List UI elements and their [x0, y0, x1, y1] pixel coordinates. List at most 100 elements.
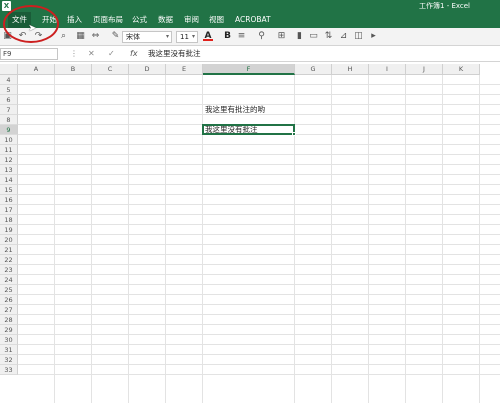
- row-header-6[interactable]: 6: [0, 95, 18, 105]
- row-header-19[interactable]: 19: [0, 225, 18, 235]
- name-box[interactable]: F9: [0, 48, 58, 60]
- gridline-horizontal: [18, 264, 500, 265]
- column-header-a[interactable]: A: [18, 64, 55, 75]
- filter-icon[interactable]: ⊿: [338, 31, 349, 42]
- shape-icon[interactable]: ◫: [353, 31, 364, 42]
- row-header-15[interactable]: 15: [0, 185, 18, 195]
- column-header-e[interactable]: E: [166, 64, 203, 75]
- align-icon[interactable]: ≡: [236, 31, 247, 42]
- enter-icon[interactable]: ✓: [108, 48, 115, 60]
- formula-bar-divider-icon: ⋮: [70, 49, 78, 58]
- more-icon[interactable]: ▸: [368, 31, 379, 42]
- chevron-down-icon: ▾: [165, 33, 169, 40]
- row-header-17[interactable]: 17: [0, 205, 18, 215]
- formula-bar: F9 ⋮ ✕ ✓ fx 我这里没有批注: [0, 46, 500, 62]
- document-icon[interactable]: ▭: [308, 31, 319, 42]
- row-header-10[interactable]: 10: [0, 135, 18, 145]
- insert-function-icon[interactable]: fx: [130, 48, 138, 60]
- gridline-horizontal: [18, 314, 500, 315]
- font-name-select[interactable]: 宋体 ▾: [122, 31, 172, 43]
- fill-handle[interactable]: [292, 132, 296, 136]
- find-icon[interactable]: ⚲: [256, 31, 267, 42]
- row-header-8[interactable]: 8: [0, 115, 18, 125]
- column-header-c[interactable]: C: [92, 64, 129, 75]
- row-header-30[interactable]: 30: [0, 335, 18, 345]
- quick-toolbar: ▣ ↶ ↷ ⌕ ▦ ⇔ ✎ 宋体 ▾ 11 ▾ A B ≡ ⚲ ⊞ ▮ ▭ ⇅ …: [0, 28, 500, 46]
- tab-data[interactable]: 数据: [154, 12, 177, 28]
- gridline-horizontal: [18, 154, 500, 155]
- gridline-horizontal: [18, 164, 500, 165]
- ribbon-tab-bar: 文件 开始 插入 页面布局 公式 数据 审阅 视图 ACROBAT: [0, 12, 500, 28]
- row-header-13[interactable]: 13: [0, 165, 18, 175]
- gridline-horizontal: [18, 84, 500, 85]
- tab-insert[interactable]: 插入: [63, 12, 86, 28]
- title-bar: X 工作簿1 - Excel: [0, 0, 500, 12]
- row-header-14[interactable]: 14: [0, 175, 18, 185]
- row-header-29[interactable]: 29: [0, 325, 18, 335]
- row-header-21[interactable]: 21: [0, 245, 18, 255]
- merge-icon[interactable]: ⇔: [90, 31, 101, 42]
- font-size-select[interactable]: 11 ▾: [176, 31, 198, 43]
- active-cell-border: [202, 124, 295, 135]
- excel-logo-icon: X: [2, 1, 11, 11]
- border-icon[interactable]: ⊞: [276, 31, 287, 42]
- column-header-j[interactable]: J: [406, 64, 443, 75]
- row-header-7[interactable]: 7: [0, 105, 18, 115]
- tab-formulas[interactable]: 公式: [128, 12, 151, 28]
- row-header-24[interactable]: 24: [0, 275, 18, 285]
- gridline-horizontal: [18, 184, 500, 185]
- gridline-horizontal: [18, 334, 500, 335]
- row-header-26[interactable]: 26: [0, 295, 18, 305]
- font-size-value: 11: [180, 33, 189, 41]
- gridline-horizontal: [18, 224, 500, 225]
- font-name-value: 宋体: [126, 33, 140, 41]
- table-icon[interactable]: ▦: [75, 31, 86, 42]
- row-header-18[interactable]: 18: [0, 215, 18, 225]
- select-all-corner[interactable]: [0, 64, 18, 75]
- chart-icon[interactable]: ▮: [294, 31, 305, 42]
- mouse-cursor-icon: ➤: [28, 23, 37, 34]
- tab-acrobat[interactable]: ACROBAT: [231, 12, 275, 28]
- row-header-9[interactable]: 9: [0, 125, 18, 135]
- row-header-20[interactable]: 20: [0, 235, 18, 245]
- row-header-27[interactable]: 27: [0, 305, 18, 315]
- row-header-22[interactable]: 22: [0, 255, 18, 265]
- gridline-horizontal: [18, 364, 500, 365]
- cancel-icon[interactable]: ✕: [88, 48, 95, 60]
- format-painter-icon[interactable]: ✎: [110, 31, 121, 42]
- row-header-28[interactable]: 28: [0, 315, 18, 325]
- gridline-horizontal: [18, 284, 500, 285]
- tab-review[interactable]: 审阅: [180, 12, 203, 28]
- column-header-f[interactable]: F: [203, 64, 295, 75]
- cell-f7[interactable]: 我这里有批注的哟: [205, 105, 265, 115]
- gridline-horizontal: [18, 324, 500, 325]
- column-header-b[interactable]: B: [55, 64, 92, 75]
- bold-icon[interactable]: B: [222, 31, 233, 42]
- row-header-4[interactable]: 4: [0, 75, 18, 85]
- column-header-d[interactable]: D: [129, 64, 166, 75]
- row-header-12[interactable]: 12: [0, 155, 18, 165]
- row-header-16[interactable]: 16: [0, 195, 18, 205]
- gridline-horizontal: [18, 274, 500, 275]
- row-header-33[interactable]: 33: [0, 365, 18, 375]
- row-header-23[interactable]: 23: [0, 265, 18, 275]
- column-header-i[interactable]: I: [369, 64, 406, 75]
- row-header-25[interactable]: 25: [0, 285, 18, 295]
- gridline-horizontal: [18, 194, 500, 195]
- gridline-horizontal: [18, 234, 500, 235]
- row-header-32[interactable]: 32: [0, 355, 18, 365]
- tab-view[interactable]: 视图: [205, 12, 228, 28]
- column-header-h[interactable]: H: [332, 64, 369, 75]
- tab-page-layout[interactable]: 页面布局: [89, 12, 127, 28]
- row-header-5[interactable]: 5: [0, 85, 18, 95]
- font-color-icon[interactable]: A: [202, 31, 214, 42]
- print-preview-icon[interactable]: ⌕: [58, 31, 69, 42]
- sort-icon[interactable]: ⇅: [323, 31, 334, 42]
- gridline-horizontal: [18, 244, 500, 245]
- column-header-g[interactable]: G: [295, 64, 332, 75]
- row-header-11[interactable]: 11: [0, 145, 18, 155]
- row-header-31[interactable]: 31: [0, 345, 18, 355]
- spreadsheet-grid[interactable]: A B C D E F G H I J K 4 5 6 7 8 9 10 11 12 13 14 15 16 17 18 19 20 2…: [0, 64, 500, 403]
- column-header-k[interactable]: K: [443, 64, 480, 75]
- formula-input[interactable]: 我这里没有批注: [148, 48, 498, 60]
